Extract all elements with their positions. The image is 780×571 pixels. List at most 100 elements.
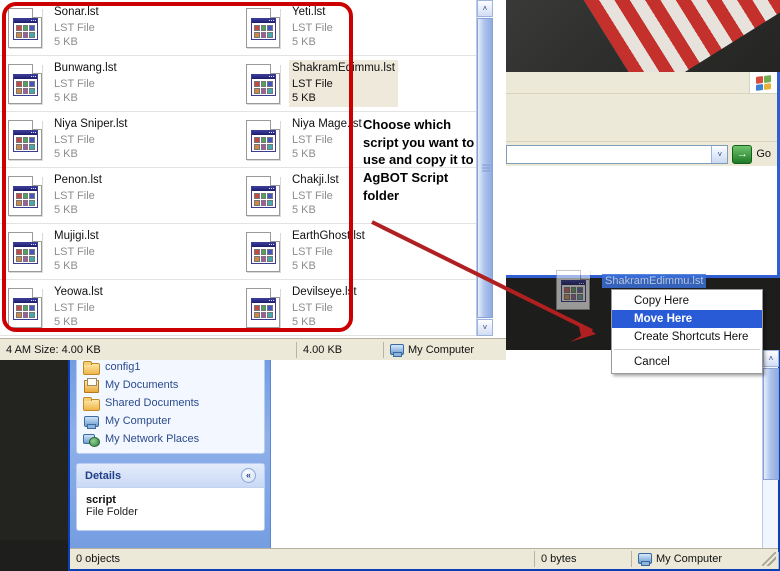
arrow-right-icon: → bbox=[736, 147, 748, 160]
sidebar-link-my-computer[interactable]: My Computer bbox=[77, 412, 264, 430]
chevron-down-icon[interactable]: ˅ bbox=[711, 145, 728, 163]
file-item-text: Bunwang.lst LST File 5 KB bbox=[51, 60, 120, 106]
file-size: 5 KB bbox=[54, 316, 78, 329]
scrollbar-thumb[interactable] bbox=[763, 368, 779, 480]
drag-drop-context-menu[interactable]: Copy Here Move Here Create Shortcuts Here C… bbox=[611, 289, 763, 374]
scrollbar-thumb[interactable] bbox=[477, 18, 493, 318]
file-item[interactable]: Yeowa.lst LST File 5 KB bbox=[0, 280, 238, 335]
file-row: Sonar.lst LST File 5 KB Yeti.lst LST File 5 K… bbox=[0, 0, 476, 56]
menu-bar bbox=[503, 72, 777, 94]
file-item-text: Yeti.lst LST File 5 KB bbox=[289, 4, 336, 50]
file-size: 5 KB bbox=[292, 148, 316, 161]
file-item[interactable]: Bunwang.lst LST File 5 KB bbox=[0, 56, 238, 111]
file-item[interactable]: Sonar.lst LST File 5 KB bbox=[0, 0, 238, 55]
details-item-name: script bbox=[86, 494, 116, 506]
file-item-text: Penon.lst LST File 5 KB bbox=[51, 172, 105, 218]
desktop-dark-region-left bbox=[0, 350, 72, 550]
details-title: Details bbox=[85, 469, 122, 482]
sidebar-link-my-documents[interactable]: My Documents bbox=[77, 376, 264, 394]
lower-window-scrollbar[interactable]: ˄ ˅ bbox=[762, 350, 779, 569]
sidebar-link-shared-documents[interactable]: Shared Documents bbox=[77, 394, 264, 412]
file-name: EarthGhost.lst bbox=[292, 230, 365, 243]
lower-window-status-bar: 0 objects 0 bytes My Computer bbox=[70, 548, 778, 569]
file-item[interactable]: EarthGhost.lst LST File 5 KB bbox=[238, 224, 476, 279]
lst-file-icon bbox=[246, 175, 280, 216]
file-item-text: ShakramEdimmu.lst LST File 5 KB bbox=[289, 60, 398, 107]
other-places-panel: config1 My Documents Shared Documents My Co… bbox=[76, 354, 265, 454]
lst-file-icon bbox=[246, 119, 280, 160]
lower-explorer-window: config1 My Documents Shared Documents My Co… bbox=[68, 350, 780, 571]
file-item-text: EarthGhost.lst LST File 5 KB bbox=[289, 228, 368, 274]
resize-grip[interactable] bbox=[762, 552, 776, 566]
file-item[interactable]: Penon.lst LST File 5 KB bbox=[0, 168, 238, 223]
scroll-up-icon[interactable]: ˄ bbox=[477, 0, 493, 17]
menu-item-copy-here[interactable]: Copy Here bbox=[612, 292, 762, 310]
menu-item-cancel[interactable]: Cancel bbox=[612, 353, 762, 371]
lst-file-icon bbox=[8, 63, 42, 104]
file-size: 5 KB bbox=[292, 316, 316, 329]
folder-icon bbox=[83, 360, 100, 375]
file-type: LST File bbox=[54, 189, 95, 202]
file-name: Niya Sniper.lst bbox=[54, 118, 128, 131]
desktop-dark-region-bottom bbox=[0, 540, 68, 571]
sidebar-link-my-network-places[interactable]: My Network Places bbox=[77, 430, 264, 448]
file-item[interactable]: ShakramEdimmu.lst LST File 5 KB bbox=[238, 56, 476, 111]
go-button[interactable]: → bbox=[732, 144, 753, 164]
file-item-text: Niya Mage.lst LST File 5 KB bbox=[289, 116, 365, 162]
sidebar-link-label: My Computer bbox=[105, 415, 172, 427]
file-item[interactable]: Mujigi.lst LST File 5 KB bbox=[0, 224, 238, 279]
sidebar-link-config1[interactable]: config1 bbox=[77, 358, 264, 376]
lst-file-icon bbox=[246, 7, 280, 48]
menu-item-create-shortcuts-here[interactable]: Create Shortcuts Here bbox=[612, 328, 762, 346]
file-item[interactable]: Yeti.lst LST File 5 KB bbox=[238, 0, 476, 55]
file-type: LST File bbox=[54, 133, 95, 146]
details-panel: Details « script File Folder bbox=[76, 463, 265, 531]
windows-flag-logo bbox=[749, 72, 777, 93]
sidebar-link-label: Shared Documents bbox=[105, 397, 200, 409]
file-type: LST File bbox=[292, 245, 333, 258]
file-window-status-bar: 4 AM Size: 4.00 KB 4.00 KB My Computer bbox=[0, 338, 506, 360]
sidebar-link-list: config1 My Documents Shared Documents My Co… bbox=[77, 355, 264, 453]
address-input[interactable]: ˅ bbox=[506, 144, 729, 164]
file-item-text: Mujigi.lst LST File 5 KB bbox=[51, 228, 102, 274]
computer-icon bbox=[83, 414, 99, 429]
file-type: LST File bbox=[54, 301, 95, 314]
file-name: Yeowa.lst bbox=[54, 286, 103, 299]
lst-file-icon bbox=[8, 119, 42, 160]
explorer-sidebar: config1 My Documents Shared Documents My Co… bbox=[70, 350, 270, 569]
lst-file-icon bbox=[246, 287, 280, 328]
status-zone: My Computer bbox=[632, 549, 762, 569]
drag-ghost-icon bbox=[556, 270, 600, 316]
annotation-text: Choose which script you want to use and … bbox=[363, 117, 475, 203]
file-item[interactable]: Devilseye.lst LST File 5 KB bbox=[238, 280, 476, 335]
file-type: LST File bbox=[54, 245, 95, 258]
file-type: LST File bbox=[54, 77, 95, 90]
scroll-up-icon[interactable]: ˄ bbox=[763, 350, 779, 367]
details-item-type: File Folder bbox=[86, 506, 138, 518]
network-icon bbox=[83, 432, 100, 447]
lst-file-icon bbox=[8, 7, 42, 48]
details-panel-header[interactable]: Details « bbox=[77, 464, 264, 488]
scroll-down-icon[interactable]: ˅ bbox=[477, 319, 493, 336]
menu-separator bbox=[614, 349, 760, 350]
file-size: 5 KB bbox=[292, 260, 316, 273]
file-size: 5 KB bbox=[292, 204, 316, 217]
status-zone: My Computer bbox=[384, 339, 506, 360]
address-bar[interactable]: ˅ → Go bbox=[503, 142, 777, 166]
scrollbar-grip-icon bbox=[482, 164, 490, 172]
file-list-scrollbar[interactable]: ˄ ˅ bbox=[476, 0, 493, 336]
file-name: Bunwang.lst bbox=[54, 62, 117, 75]
lst-file-icon bbox=[8, 231, 42, 272]
file-size: 5 KB bbox=[54, 204, 78, 217]
menu-item-move-here[interactable]: Move Here bbox=[612, 310, 762, 328]
chevron-up-icon[interactable]: « bbox=[241, 468, 256, 483]
sidebar-link-label: config1 bbox=[105, 361, 141, 373]
sidebar-link-label: My Network Places bbox=[105, 433, 200, 445]
documents-icon bbox=[83, 378, 99, 393]
file-type: LST File bbox=[292, 189, 333, 202]
upper-right-explorer-window: ˅ → Go bbox=[500, 72, 780, 278]
file-item[interactable]: Niya Sniper.lst LST File 5 KB bbox=[0, 112, 238, 167]
file-row: Bunwang.lst LST File 5 KB ShakramEdimmu.lst… bbox=[0, 56, 476, 112]
lower-window-file-area: ˄ ˅ bbox=[270, 350, 779, 569]
file-item-text: Niya Sniper.lst LST File 5 KB bbox=[51, 116, 131, 162]
